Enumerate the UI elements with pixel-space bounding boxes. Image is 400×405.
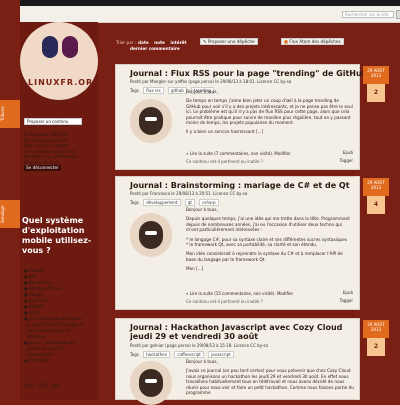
sort-note[interactable]: note (154, 40, 165, 45)
content-header: Trier par : date note intérêt dernier co… (116, 38, 400, 52)
article-card: Journal : Brainstorming : mariage de C# … (115, 176, 360, 310)
article-meta: Posté par Francesco le 29/08/13 à 20:51.… (130, 191, 248, 196)
tribune-tab[interactable]: Tribune (0, 100, 20, 128)
author-avatar (130, 99, 172, 143)
atom-feed-button[interactable]: ■ Flux Atom des dépêches (281, 38, 344, 45)
logo-text: LINUXFR.ORG (28, 78, 98, 87)
article-body: Bonjour à tous, De temps en temps j'aime… (186, 89, 353, 135)
epub-tagger[interactable]: Epub Tagger (340, 149, 353, 165)
sondage-tab[interactable]: Sondage (0, 200, 20, 228)
penguin-logo-icon (62, 36, 78, 58)
sort-date[interactable]: date (138, 40, 149, 45)
article-meta: Posté par gelnior (page perso) le 29/08/… (130, 343, 268, 348)
poll-title: Quel système d'exploitation mobile utili… (22, 216, 92, 255)
tag[interactable]: csharp (199, 199, 219, 206)
top-stripe (20, 0, 400, 6)
tag[interactable]: développement (143, 199, 181, 206)
top-bar: Rechercher sur le site OK (20, 0, 400, 23)
article-tags: Tags développement qt csharp (130, 199, 219, 206)
article-title[interactable]: Journal : Brainstorming : mariage de C# … (130, 181, 350, 190)
comment-count[interactable]: 4 (367, 196, 385, 214)
site-logo[interactable]: LINUXFR.ORG (20, 22, 98, 100)
sort-options: date note intérêt (138, 40, 190, 45)
poll-options: ● Android ● iOS ● Blackberry ● Windows P… (24, 268, 96, 364)
author-avatar (130, 213, 172, 257)
user-menu: Il vous reste 100 avis Mon tableau de bo… (24, 132, 96, 171)
logout-button[interactable]: Se déconnecter (24, 165, 61, 171)
article-body: Bonjour à tous, Depuis quelques temps, j… (186, 207, 350, 272)
article-title[interactable]: Journal : Flux RSS pour la page "trendin… (130, 69, 367, 78)
sort-label: Trier par : (116, 40, 137, 45)
tag[interactable]: github (167, 87, 187, 94)
tag[interactable]: flux rss (143, 87, 164, 94)
tag[interactable]: hackathon (143, 351, 171, 358)
read-more-link[interactable]: » Lire la suite (15 commentaires, non vi… (186, 291, 293, 296)
author-avatar (130, 361, 172, 405)
sort-last-comment[interactable]: dernier commentaire (130, 46, 180, 51)
date-badge: 29 AOÛT 2013 (363, 66, 389, 84)
article-title[interactable]: Journal : Hackathon Javascript avec Cozy… (130, 323, 350, 341)
article-body: Bonjour à tous, J'avais ce journal (on p… (186, 359, 354, 396)
date-badge: 29 AOÛT 2013 (363, 178, 389, 196)
comment-count[interactable]: 2 (367, 84, 385, 102)
poll-option[interactable]: ● FirefoxOS (24, 358, 96, 364)
article-meta: Posté par Mangler sur yaffes (page perso… (130, 79, 292, 84)
tag[interactable]: javascript (208, 351, 234, 358)
article-tags: Tags hackathon coffeescript javascript (130, 351, 234, 358)
read-more-link[interactable]: » Lire la suite (7 commentaires, non vis… (186, 151, 291, 156)
search-button[interactable]: OK (396, 10, 400, 19)
article-card: Journal : Flux RSS pour la page "trendin… (115, 64, 367, 170)
article-relevance: Ce contenu est-il pertinent ou inutile ? (186, 299, 263, 304)
poll-total: Total : 2871 votes (24, 383, 62, 388)
penguin-logo-icon (42, 36, 58, 58)
propose-content-button[interactable]: Proposer un contenu (24, 118, 82, 125)
tag[interactable]: qt (184, 199, 195, 206)
tag[interactable]: coffeescript (174, 351, 204, 358)
comment-count[interactable]: 2 (367, 338, 385, 356)
epub-tagger[interactable]: Epub Tagger (340, 289, 353, 305)
article-relevance: Ce contenu est-il pertinent ou inutile ? (186, 159, 263, 164)
article-card: Journal : Hackathon Javascript avec Cozy… (115, 318, 360, 405)
propose-depeche-button[interactable]: ✎ Proposer une dépêche (200, 38, 258, 45)
search-input[interactable]: Rechercher sur le site (342, 11, 394, 18)
date-badge: 29 AOÛT 2013 (363, 320, 389, 338)
sort-interet[interactable]: intérêt (170, 40, 186, 45)
